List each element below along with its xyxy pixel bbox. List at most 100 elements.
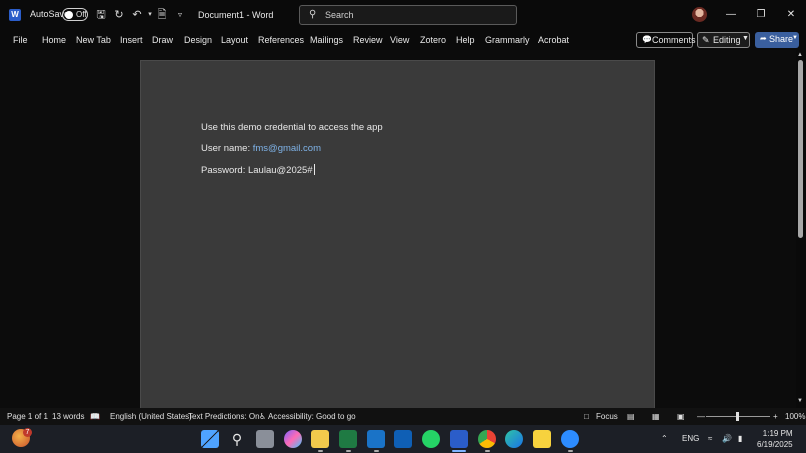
editing-mode-button[interactable]: ✎ Editing ▼: [697, 32, 750, 48]
close-icon[interactable]: ✕: [782, 6, 800, 24]
outlook-icon[interactable]: [367, 430, 385, 448]
language-indicator[interactable]: English (United States): [110, 412, 192, 421]
word-logo-icon: W: [9, 9, 21, 21]
scrollbar-thumb[interactable]: [798, 60, 803, 238]
tab-mailings[interactable]: Mailings: [310, 35, 343, 45]
document-canvas[interactable]: Use this demo credential to access the a…: [0, 50, 796, 408]
zoom-slider-thumb[interactable]: [736, 412, 739, 421]
excel-icon[interactable]: [339, 430, 357, 448]
undo-icon[interactable]: ↶: [130, 8, 144, 22]
tab-new-tab[interactable]: New Tab: [76, 35, 111, 45]
start-icon[interactable]: [201, 430, 219, 448]
editing-label: Editing: [713, 35, 741, 45]
scroll-down-icon[interactable]: ▼: [797, 398, 803, 404]
battery-icon[interactable]: ▮: [738, 434, 742, 443]
tab-acrobat[interactable]: Acrobat: [538, 35, 569, 45]
word-icon[interactable]: [450, 430, 468, 448]
document-page[interactable]: Use this demo credential to access the a…: [140, 60, 655, 408]
clock-time: 1:19 PM: [762, 429, 793, 438]
tab-home[interactable]: Home: [42, 35, 66, 45]
tab-help[interactable]: Help: [456, 35, 475, 45]
autosave-state: Off: [76, 10, 87, 19]
tab-draw[interactable]: Draw: [152, 35, 173, 45]
active-indicator: [452, 450, 466, 452]
focus-mode-button[interactable]: Focus: [596, 412, 618, 421]
input-language[interactable]: ENG: [682, 434, 699, 443]
tab-file[interactable]: File: [13, 35, 28, 45]
chrome-icon[interactable]: [478, 430, 496, 448]
username-label: User name:: [201, 143, 253, 154]
text-predictions-status[interactable]: Text Predictions: On: [188, 412, 260, 421]
zoom-level[interactable]: 100%: [785, 412, 805, 421]
text-cursor: [313, 164, 315, 175]
tab-zotero[interactable]: Zotero: [420, 35, 446, 45]
vertical-scrollbar[interactable]: ▲ ▼: [796, 50, 806, 408]
password-text: Password: Laulau@2025#: [201, 165, 313, 176]
toggle-knob: [65, 11, 73, 19]
avatar[interactable]: [692, 7, 707, 22]
proofing-icon[interactable]: 📖: [90, 412, 100, 421]
tab-insert[interactable]: Insert: [120, 35, 143, 45]
accessibility-status[interactable]: Accessibility: Good to go: [268, 412, 356, 421]
clock-date: 6/19/2025: [757, 440, 793, 449]
redo-icon[interactable]: ↻: [112, 8, 126, 22]
running-indicator: [568, 450, 573, 452]
search-box[interactable]: ⚲ Search: [299, 5, 517, 25]
tab-layout[interactable]: Layout: [221, 35, 248, 45]
running-indicator: [374, 450, 379, 452]
task-view-icon[interactable]: [256, 430, 274, 448]
doc-line-username[interactable]: User name: fms@gmail.com: [201, 143, 321, 154]
comment-icon: 💬: [642, 35, 652, 44]
tab-review[interactable]: Review: [353, 35, 383, 45]
whatsapp-icon[interactable]: [422, 430, 440, 448]
sticky-notes-icon[interactable]: [533, 430, 551, 448]
save-icon[interactable]: 🖫: [94, 8, 108, 22]
search-placeholder: Search: [325, 10, 354, 20]
running-indicator: [318, 450, 323, 452]
outlook-classic-icon[interactable]: [394, 430, 412, 448]
doc-line-intro[interactable]: Use this demo credential to access the a…: [201, 122, 383, 133]
chevron-down-icon: ▼: [742, 35, 749, 42]
accessibility-icon: ♿: [259, 412, 267, 421]
zoom-app-icon[interactable]: [561, 430, 579, 448]
zoom-in-icon[interactable]: +: [773, 412, 778, 421]
print-layout-icon[interactable]: ▦: [652, 412, 660, 421]
word-count[interactable]: 13 words: [52, 412, 84, 421]
email-link[interactable]: fms@gmail.com: [253, 143, 321, 154]
restore-icon[interactable]: ❐: [752, 6, 770, 24]
autosave-toggle[interactable]: Off: [62, 8, 88, 21]
comments-button[interactable]: 💬 Comments: [636, 32, 696, 48]
tab-grammarly[interactable]: Grammarly: [485, 35, 530, 45]
share-icon: ➦: [760, 34, 767, 43]
zoom-out-icon[interactable]: —: [697, 412, 705, 421]
read-mode-icon[interactable]: ▤: [627, 412, 635, 421]
system-clock[interactable]: 1:19 PM 6/19/2025: [757, 428, 793, 450]
doc-line-password[interactable]: Password: Laulau@2025#: [201, 164, 315, 176]
search-icon[interactable]: ⚲: [228, 430, 246, 448]
file-explorer-icon[interactable]: [311, 430, 329, 448]
web-layout-icon[interactable]: ▣: [677, 412, 685, 421]
edge-icon[interactable]: [505, 430, 523, 448]
focus-icon: □: [584, 412, 589, 421]
comments-label: Comments: [652, 35, 696, 45]
search-icon: ⚲: [309, 9, 317, 20]
notification-badge: 7: [23, 428, 32, 437]
status-bar: Page 1 of 1 13 words 📖 English (United S…: [0, 408, 806, 425]
wifi-icon[interactable]: ≈: [708, 434, 712, 443]
volume-icon[interactable]: 🔊: [722, 434, 732, 443]
running-indicator: [485, 450, 490, 452]
title-bar: W AutoSave Off 🖫 ↻ ↶ ▾ 🗎 ▿ Document1 - W…: [0, 0, 806, 30]
tab-view[interactable]: View: [390, 35, 409, 45]
copilot-icon[interactable]: [284, 430, 302, 448]
share-button[interactable]: ➦ Share ▼: [755, 32, 799, 48]
running-indicator: [346, 450, 351, 452]
tab-references[interactable]: References: [258, 35, 304, 45]
page-count[interactable]: Page 1 of 1: [7, 412, 48, 421]
customize-toolbar-icon[interactable]: ▿: [173, 8, 187, 22]
scroll-up-icon[interactable]: ▲: [797, 52, 803, 58]
document-title: Document1 - Word: [198, 10, 274, 20]
chevron-up-icon[interactable]: ⌃: [661, 434, 668, 443]
tab-design[interactable]: Design: [184, 35, 212, 45]
new-document-icon[interactable]: 🗎: [155, 8, 169, 22]
minimize-icon[interactable]: —: [722, 6, 740, 24]
